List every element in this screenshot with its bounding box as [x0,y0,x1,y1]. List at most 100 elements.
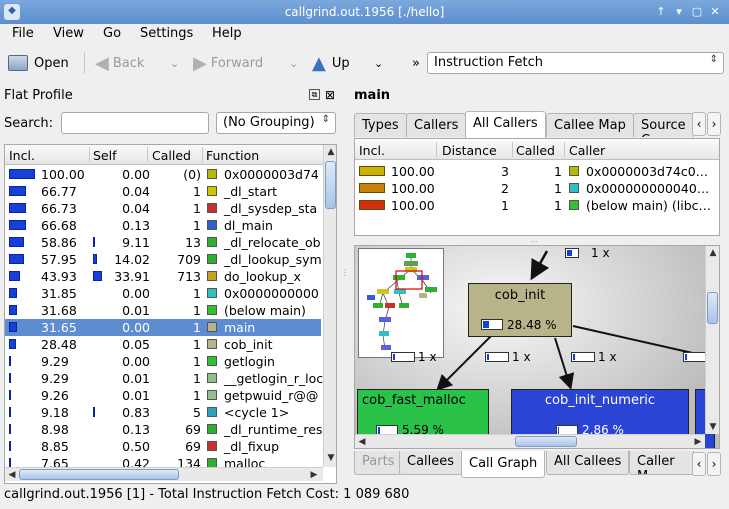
flat-profile-hscroll[interactable]: ◀ ▶ [5,467,323,481]
toolbar-overflow[interactable]: » [412,52,420,74]
menu-go[interactable]: Go [103,26,121,41]
table-row[interactable]: 43.93 33.91 713 do_lookup_x [5,268,321,285]
back-button[interactable]: ◀ Back [95,52,144,74]
flat-profile-title: Flat Profile [4,88,73,103]
panel-splitter[interactable]: ⋮ [341,269,349,300]
minimize-icon[interactable]: ▾ [672,5,686,19]
node-cob-init[interactable]: cob_init 28.48 % [468,283,572,337]
table-row[interactable]: 66.77 0.04 1 _dl_start [5,183,321,200]
table-row[interactable]: 31.68 0.01 1 (below main) [5,302,321,319]
self-value: 0.01 [122,303,150,318]
scroll-down-arrow-icon[interactable]: ▼ [706,420,719,434]
table-row[interactable]: 100.00 0.00 (0) 0x0000003d74 [5,166,321,183]
tab-call-graph[interactable]: Call Graph [461,451,546,478]
col-function[interactable]: Function [206,148,259,163]
edge-left-count: 1 x [418,350,437,364]
called-value: 1 [193,354,201,369]
menu-help[interactable]: Help [212,26,242,41]
graph-vscroll[interactable]: ▲ ▼ [705,246,719,434]
graph-vscroll-thumb[interactable] [707,292,718,324]
incl-cost-bar [9,322,17,332]
up-history-chevron-icon[interactable]: ⌄ [374,52,383,74]
tab-callee-map[interactable]: Callee Map [546,113,634,137]
col-caller[interactable]: Caller [569,143,605,158]
all-callers-list[interactable]: Incl. Distance Called Caller 100.00 3 1 0x0… [354,138,720,236]
tab-callees[interactable]: Callees [399,451,463,475]
menu-view[interactable]: View [53,26,84,41]
tab-caller-map[interactable]: Caller M [629,451,694,475]
scroll-right-arrow-icon[interactable]: ▶ [307,468,321,482]
graph-overview[interactable] [358,248,444,358]
col-called[interactable]: Called [152,148,191,163]
self-value: 0.00 [122,354,150,369]
table-row[interactable]: 66.68 0.13 1 dl_main [5,217,321,234]
menu-settings[interactable]: Settings [140,26,193,41]
graph-hscroll[interactable]: ◀ ▶ [355,434,705,448]
caller-row[interactable]: 100.00 3 1 0x0000003d74c0… [355,163,719,180]
tab-types[interactable]: Types [354,113,407,137]
close-panel-icon[interactable]: ⊠ [325,88,335,102]
col-incl[interactable]: Incl. [359,143,385,158]
col-self[interactable]: Self [93,148,117,163]
float-panel-icon[interactable]: ⧉ [309,89,320,100]
tab-source-code[interactable]: Source C [633,113,694,137]
scroll-up-arrow-icon[interactable]: ▲ [324,145,336,159]
self-value: 0.83 [122,405,150,420]
col-distance[interactable]: Distance [442,143,497,158]
vscroll-thumb[interactable] [325,161,336,209]
tab-all-callers[interactable]: All Callers [465,111,546,138]
col-incl[interactable]: Incl. [9,148,35,163]
maximize-icon[interactable]: ▢ [690,5,704,19]
window-title: callgrind.out.1956 [./hello] [284,5,445,19]
col-called[interactable]: Called [516,143,555,158]
table-row[interactable]: 8.85 0.50 69 _dl_fixup [5,438,321,455]
menu-file[interactable]: File [12,26,34,41]
caller-row[interactable]: 100.00 1 1 (below main) (libc… [355,197,719,214]
tab-all-callees[interactable]: All Callees [546,451,630,475]
caller-row[interactable]: 100.00 2 1 0x000000000040… [355,180,719,197]
call-graph-view[interactable]: 1 x cob_init 28.48 % 1 x 1 x 1 x cob_fas… [354,245,720,449]
function-color-swatch [207,373,217,383]
forward-button[interactable]: ▶ Forward [193,52,263,74]
flat-profile-vscroll[interactable]: ▲ ▼ [323,145,336,467]
incl-value: 66.68 [41,218,77,233]
incl-value: 9.18 [41,405,69,420]
tab-scroll-right-icon[interactable]: › [707,452,721,476]
grouping-select[interactable]: (No Grouping) ⇕ [216,112,336,134]
up-button[interactable]: ▲ Up [312,52,350,74]
scroll-left-arrow-icon[interactable]: ◀ [5,468,19,482]
tab-scroll-left-icon[interactable]: ‹ [692,112,706,136]
grouping-value: (No Grouping) [223,115,315,130]
scroll-up-arrow-icon[interactable]: ▲ [706,246,719,260]
back-history-chevron-icon[interactable]: ⌄ [170,52,179,74]
table-row[interactable]: 57.95 14.02 709 _dl_lookup_sym [5,251,322,268]
tab-callers[interactable]: Callers [406,113,467,137]
caller-cost-bar [359,200,385,210]
flat-profile-list[interactable]: Incl. Self Called Function 100.00 0.00 (0)… [4,144,337,484]
scroll-right-arrow-icon[interactable]: ▶ [691,435,705,448]
tab-parts[interactable]: Parts [354,451,403,475]
scroll-down-arrow-icon[interactable]: ▼ [324,451,336,465]
table-row[interactable]: 9.26 0.01 1 getpwuid_r@@ [5,387,321,404]
table-row[interactable]: 28.48 0.05 1 cob_init [5,336,321,353]
close-icon[interactable]: ✕ [708,5,722,19]
table-row[interactable]: 9.18 0.83 5 <cycle 1> [5,404,321,421]
search-input[interactable] [61,112,209,134]
scroll-left-arrow-icon[interactable]: ◀ [355,435,369,448]
self-value: 33.91 [114,269,150,284]
table-row[interactable]: 31.85 0.00 1 0x0000000000 [5,285,321,302]
table-row[interactable]: 66.73 0.04 1 _dl_sysdep_sta [5,200,321,217]
open-button[interactable]: Open [8,52,69,74]
table-row[interactable]: 31.65 0.00 1 main [5,319,321,336]
keep-above-icon[interactable]: ↑ [654,5,668,19]
graph-hscroll-thumb[interactable] [515,436,577,447]
table-row[interactable]: 9.29 0.00 1 getlogin [5,353,321,370]
event-type-select[interactable]: Instruction Fetch ⇕ [427,52,724,74]
forward-history-chevron-icon[interactable]: ⌄ [289,52,298,74]
tab-scroll-right-icon[interactable]: › [707,112,721,136]
hscroll-thumb[interactable] [19,469,179,480]
table-row[interactable]: 58.86 9.11 13 _dl_relocate_ob [5,234,321,251]
table-row[interactable]: 8.98 0.13 69 _dl_runtime_res [5,421,322,438]
tab-scroll-left-icon[interactable]: ‹ [692,452,706,476]
table-row[interactable]: 9.29 0.01 1 __getlogin_r_loc [5,370,323,387]
